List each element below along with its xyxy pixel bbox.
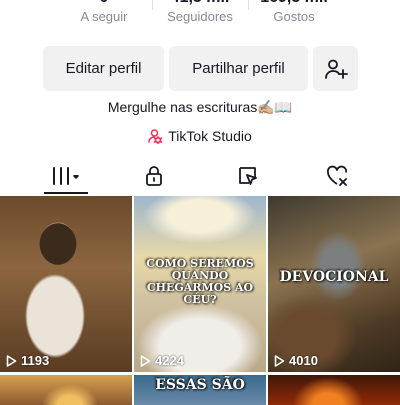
profile-actions: Editar perfil Partilhar perfil xyxy=(0,46,400,91)
following-count: 0 xyxy=(49,0,159,8)
play-icon xyxy=(274,354,285,367)
profile-tabs xyxy=(0,158,400,196)
video-overlay-text: DEVOCIONAL xyxy=(279,269,389,285)
tagged-icon xyxy=(239,167,257,185)
following-stat[interactable]: 0 A seguir xyxy=(49,0,159,25)
share-profile-button[interactable]: Partilhar perfil xyxy=(169,46,308,91)
view-count-value: 1193 xyxy=(21,353,50,368)
likes-label: Gostos xyxy=(273,9,315,24)
profile-stats: 0 A seguir 41,5 mil Seguidores 169,5 mil… xyxy=(0,0,400,36)
studio-label: TikTok Studio xyxy=(168,128,252,144)
edit-profile-button[interactable]: Editar perfil xyxy=(43,46,164,91)
grid-icon xyxy=(53,167,79,185)
video-thumbnail[interactable]: ESSAS SÃO xyxy=(134,375,266,405)
add-person-icon xyxy=(324,59,348,79)
tab-videos[interactable] xyxy=(36,158,96,194)
lock-icon xyxy=(146,166,162,186)
likes-count: 169,5 mil xyxy=(239,0,349,8)
view-count: 1193 xyxy=(6,353,49,368)
tiktok-studio-link[interactable]: TikTok Studio xyxy=(0,126,400,146)
add-friend-button[interactable] xyxy=(313,46,358,91)
profile-bio: Mergulhe nas escrituras✍🏼📖 xyxy=(107,99,293,115)
video-thumbnail[interactable] xyxy=(0,375,132,405)
video-overlay-text: COMO SEREMOS QUANDO CHEGARMOS AO CÉU? xyxy=(146,257,254,307)
tab-private[interactable] xyxy=(124,158,184,194)
play-icon xyxy=(140,354,151,367)
video-thumbnail[interactable] xyxy=(268,375,400,405)
view-count: 4010 xyxy=(274,353,318,368)
view-count-value: 4010 xyxy=(289,353,318,368)
view-count: 4224 xyxy=(140,353,184,368)
video-grid: 1193 COMO SEREMOS QUANDO CHEGARMOS AO CÉ… xyxy=(0,196,400,405)
video-thumbnail[interactable]: COMO SEREMOS QUANDO CHEGARMOS AO CÉU? 42… xyxy=(134,196,266,372)
tab-liked[interactable] xyxy=(308,158,368,194)
tab-tagged[interactable] xyxy=(218,158,278,194)
likes-stat[interactable]: 169,5 mil Gostos xyxy=(239,0,349,25)
active-tab-indicator xyxy=(44,192,88,194)
video-thumbnail[interactable]: DEVOCIONAL 4010 xyxy=(268,196,400,372)
play-icon xyxy=(6,354,17,367)
video-overlay-text: ESSAS SÃO xyxy=(155,377,245,393)
liked-heart-icon xyxy=(326,165,348,186)
studio-icon xyxy=(148,129,163,144)
video-thumbnail[interactable]: 1193 xyxy=(0,196,132,372)
following-label: A seguir xyxy=(80,9,128,24)
view-count-value: 4224 xyxy=(155,353,184,368)
